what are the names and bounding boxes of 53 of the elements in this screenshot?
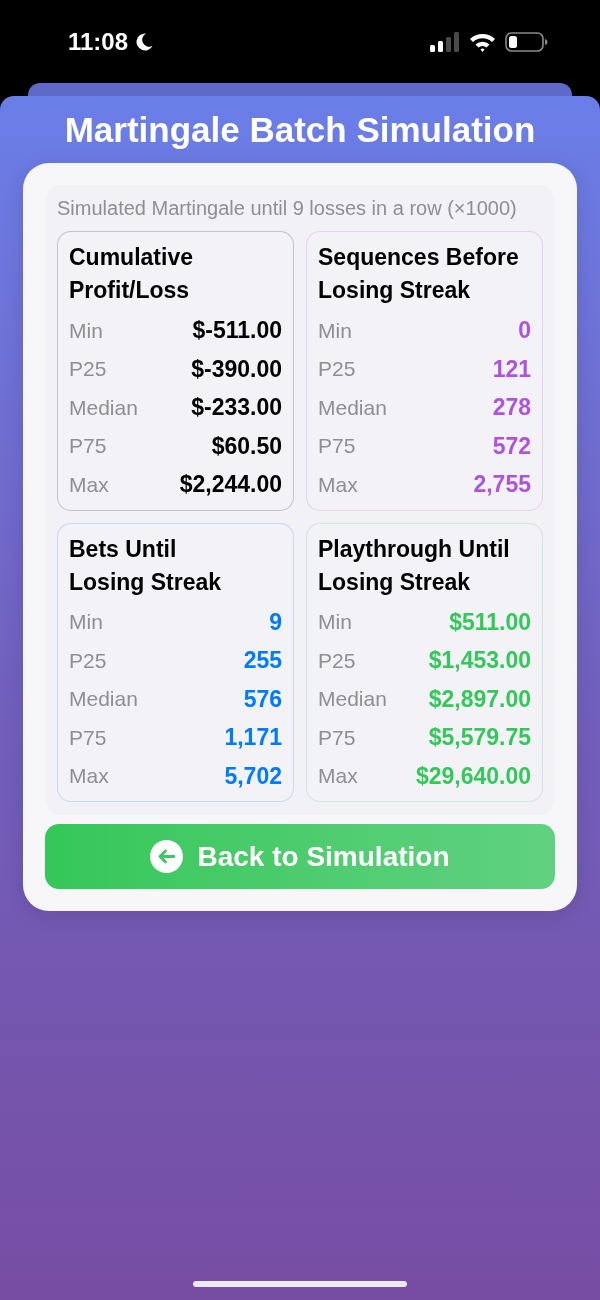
stat-label: Max xyxy=(69,471,109,498)
stat-value: 278 xyxy=(492,393,531,422)
stat-value: 2,755 xyxy=(473,470,531,499)
stat-label: Median xyxy=(69,394,138,421)
stat-label: Median xyxy=(318,394,387,421)
wifi-icon xyxy=(469,31,496,52)
stat-value: 572 xyxy=(492,431,531,461)
stat-label: P75 xyxy=(69,724,107,751)
stat-card-title: Sequences Before Losing Streak xyxy=(318,243,520,305)
stat-label: Max xyxy=(318,763,358,789)
stat-value: $5,579.75 xyxy=(428,723,531,752)
stat-label: Median xyxy=(69,686,138,712)
stat-label: Min xyxy=(318,317,352,344)
stat-value: 5,702 xyxy=(224,761,282,791)
back-button[interactable]: Back to Simulation xyxy=(45,824,555,889)
signal-icon xyxy=(430,31,460,52)
stat-label: P75 xyxy=(318,433,356,459)
stat-card-title: Playthrough Until Losing Streak xyxy=(318,534,511,597)
stat-value: $511.00 xyxy=(449,607,531,637)
stat-label: Median xyxy=(318,686,387,712)
stat-value: $-390.00 xyxy=(191,354,282,384)
stat-value: 576 xyxy=(243,684,282,714)
stat-value: 121 xyxy=(492,354,531,384)
status-time: 11:08 xyxy=(68,29,129,54)
stat-value: 0 xyxy=(518,316,531,345)
stat-value: $-233.00 xyxy=(191,393,282,422)
stat-value: $2,897.00 xyxy=(428,684,531,714)
stat-label: Min xyxy=(318,609,352,635)
stat-value: $2,244.00 xyxy=(179,470,282,499)
stat-value: 1,171 xyxy=(224,723,282,752)
subtitle-text: Simulated Martingale until 9 losses in a row (×1000) xyxy=(57,196,518,221)
stat-label: P25 xyxy=(69,647,107,674)
stat-label: Min xyxy=(69,317,103,344)
stat-value: 9 xyxy=(269,607,282,637)
stat-value: $60.50 xyxy=(211,431,282,461)
battery-icon xyxy=(505,31,548,52)
stat-label: Max xyxy=(69,763,109,789)
stat-card-title: Bets Until Losing Streak xyxy=(69,534,223,597)
stat-value: $1,453.00 xyxy=(428,646,531,675)
stat-label: P25 xyxy=(318,356,356,382)
arrow-left-circle-icon xyxy=(150,840,184,873)
stat-label: Max xyxy=(318,471,358,498)
stat-label: P75 xyxy=(69,433,107,459)
stat-value: $-511.00 xyxy=(192,316,282,345)
sheet-title: Martingale Batch Simulation xyxy=(63,109,537,150)
stat-card-title: Cumulative Profit/Loss xyxy=(69,243,194,305)
stat-label: P25 xyxy=(69,356,107,382)
stat-label: P75 xyxy=(318,724,356,751)
stat-label: P25 xyxy=(318,647,356,674)
stat-label: Min xyxy=(69,609,103,635)
moon-icon xyxy=(134,31,155,52)
stat-value: $29,640.00 xyxy=(415,761,531,791)
stat-value: 255 xyxy=(243,646,282,675)
